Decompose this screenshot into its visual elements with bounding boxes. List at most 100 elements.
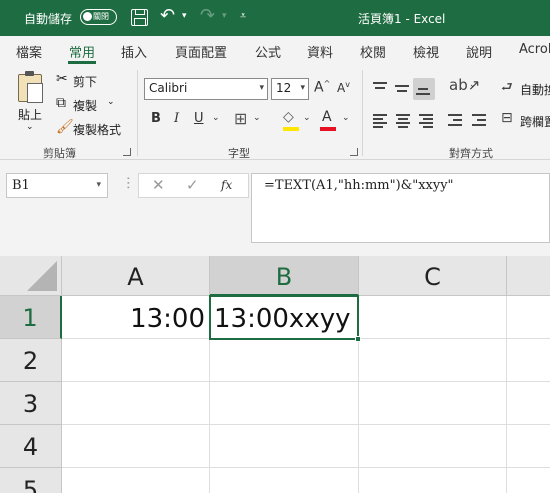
autosave-toggle[interactable]: 關閉 — [80, 9, 117, 25]
column-header-c[interactable]: C — [359, 256, 507, 296]
cell-c3[interactable] — [359, 382, 507, 425]
underline-button[interactable]: U — [194, 111, 204, 126]
cell-d1[interactable] — [507, 296, 550, 339]
select-all-button[interactable] — [0, 256, 62, 296]
cancel-icon[interactable]: ✕ — [152, 176, 165, 194]
row-header-4[interactable]: 4 — [0, 425, 62, 468]
formula-input[interactable]: =TEXT(A1,"hh:mm")&"xxyy" — [251, 173, 550, 243]
chevron-down-icon: ▾ — [300, 83, 305, 93]
align-center-icon[interactable] — [394, 112, 414, 128]
alignment-group-label: 對齊方式 — [449, 147, 493, 160]
italic-button[interactable]: I — [174, 111, 179, 126]
cell-a2[interactable] — [62, 339, 210, 382]
insert-function-icon[interactable]: fx — [221, 178, 232, 192]
copy-icon[interactable]: ⧉ — [56, 95, 66, 111]
clipboard-launcher-icon[interactable] — [123, 148, 131, 156]
cell-d5[interactable] — [507, 468, 550, 493]
fill-handle[interactable] — [355, 336, 361, 342]
wrap-text-label[interactable]: 自動換 — [520, 81, 550, 98]
undo-icon[interactable]: ↶ — [160, 5, 175, 26]
tab-help[interactable]: 說明 — [466, 42, 492, 61]
decrease-indent-icon[interactable] — [446, 112, 466, 128]
wrap-text-icon[interactable]: ⮐ — [501, 78, 513, 100]
paste-icon[interactable] — [18, 71, 43, 103]
font-size-combo[interactable]: 12 ▾ — [271, 78, 309, 100]
cell-b3[interactable] — [210, 382, 359, 425]
align-right-icon[interactable] — [417, 112, 437, 128]
fill-color-dropdown-icon[interactable]: ⌄ — [303, 113, 311, 123]
cell-b5[interactable] — [210, 468, 359, 493]
orientation-dropdown-icon[interactable]: ⌄ — [469, 80, 477, 90]
more-options-icon[interactable]: ⋯ — [120, 176, 136, 190]
cut-icon[interactable]: ✂ — [56, 71, 68, 87]
group-separator — [137, 70, 138, 156]
cell-a1[interactable]: 13:00 — [62, 296, 210, 339]
merge-center-icon[interactable]: ⊟ — [501, 110, 513, 126]
cell-a5[interactable] — [62, 468, 210, 493]
align-top-icon[interactable] — [371, 80, 391, 96]
align-middle-icon[interactable] — [392, 80, 412, 96]
cut-button-label[interactable]: 剪下 — [73, 73, 97, 90]
font-color-icon[interactable]: A — [322, 109, 332, 125]
format-painter-label[interactable]: 複製格式 — [73, 121, 121, 138]
cell-c2[interactable] — [359, 339, 507, 382]
row-header-5[interactable]: 5 — [0, 468, 62, 493]
paste-button-label[interactable]: 貼上 — [18, 106, 42, 123]
redo-dropdown-icon[interactable]: ▾ — [222, 11, 227, 21]
paste-dropdown-icon[interactable]: ⌄ — [26, 122, 34, 132]
tab-view[interactable]: 檢視 — [413, 42, 439, 61]
font-name-combo[interactable]: Calibri ▾ — [144, 78, 268, 100]
row-header-2[interactable]: 2 — [0, 339, 62, 382]
cell-c4[interactable] — [359, 425, 507, 468]
format-painter-icon[interactable]: 🖌 — [56, 119, 74, 135]
tab-file[interactable]: 檔案 — [16, 42, 42, 61]
row-header-3[interactable]: 3 — [0, 382, 62, 425]
cell-c1[interactable] — [359, 296, 507, 339]
enter-icon[interactable]: ✓ — [186, 176, 199, 194]
cell-b4[interactable] — [210, 425, 359, 468]
cell-b2[interactable] — [210, 339, 359, 382]
cell-d2[interactable] — [507, 339, 550, 382]
column-header-b[interactable]: B — [210, 256, 359, 296]
tab-formulas[interactable]: 公式 — [255, 42, 281, 61]
tab-data[interactable]: 資料 — [307, 42, 333, 61]
tab-home[interactable]: 常用 — [69, 42, 95, 61]
cell-d3[interactable] — [507, 382, 550, 425]
decrease-font-size-icon[interactable]: Av — [337, 80, 350, 95]
underline-dropdown-icon[interactable]: ⌄ — [212, 113, 220, 123]
cell-d4[interactable] — [507, 425, 550, 468]
fill-color-icon[interactable]: ◇ — [283, 109, 294, 125]
tab-acrobat[interactable]: Acrob — [519, 42, 550, 57]
tab-page-layout[interactable]: 頁面配置 — [175, 42, 227, 61]
cell-a3[interactable] — [62, 382, 210, 425]
borders-icon[interactable]: ⊞ — [234, 109, 247, 128]
borders-dropdown-icon[interactable]: ⌄ — [253, 113, 261, 123]
cell-b1[interactable]: 13:00xxyy — [209, 295, 359, 340]
customize-toolbar-icon[interactable]: ⩡ — [240, 9, 246, 23]
font-color-dropdown-icon[interactable]: ⌄ — [342, 113, 350, 123]
increase-indent-icon[interactable] — [470, 112, 490, 128]
row-header-1[interactable]: 1 — [0, 296, 62, 339]
copy-button-label[interactable]: 複製 — [73, 97, 97, 114]
bold-button[interactable]: B — [151, 111, 161, 126]
merge-center-label[interactable]: 跨欄置 — [520, 113, 550, 130]
save-icon[interactable] — [131, 9, 148, 26]
align-left-icon[interactable] — [371, 112, 391, 128]
spreadsheet-grid[interactable]: A B C 1 2 3 4 5 13:00 13:00xxyy — [0, 256, 550, 493]
undo-dropdown-icon[interactable]: ▾ — [182, 11, 187, 21]
column-header-a[interactable]: A — [62, 256, 210, 296]
cell-c5[interactable] — [359, 468, 507, 493]
formula-bar-area: B1 ▾ ⋯ ✕ ✓ fx =TEXT(A1,"hh:mm")&"xxyy" — [0, 160, 550, 256]
cell-a4[interactable] — [62, 425, 210, 468]
tab-insert[interactable]: 插入 — [121, 42, 147, 61]
column-header-d[interactable] — [507, 256, 550, 296]
autosave-state: 關閉 — [93, 12, 109, 21]
increase-font-size-icon[interactable]: A^ — [314, 79, 330, 96]
redo-icon[interactable]: ↷ — [200, 5, 215, 26]
font-launcher-icon[interactable] — [350, 148, 358, 156]
name-box[interactable]: B1 ▾ — [6, 173, 108, 198]
tab-review[interactable]: 校閱 — [360, 42, 386, 61]
align-bottom-button[interactable] — [413, 78, 435, 100]
ribbon-tabs: 檔案 常用 插入 頁面配置 公式 資料 校閱 檢視 說明 Acrob — [0, 36, 550, 64]
copy-dropdown-icon[interactable]: ⌄ — [107, 97, 115, 107]
